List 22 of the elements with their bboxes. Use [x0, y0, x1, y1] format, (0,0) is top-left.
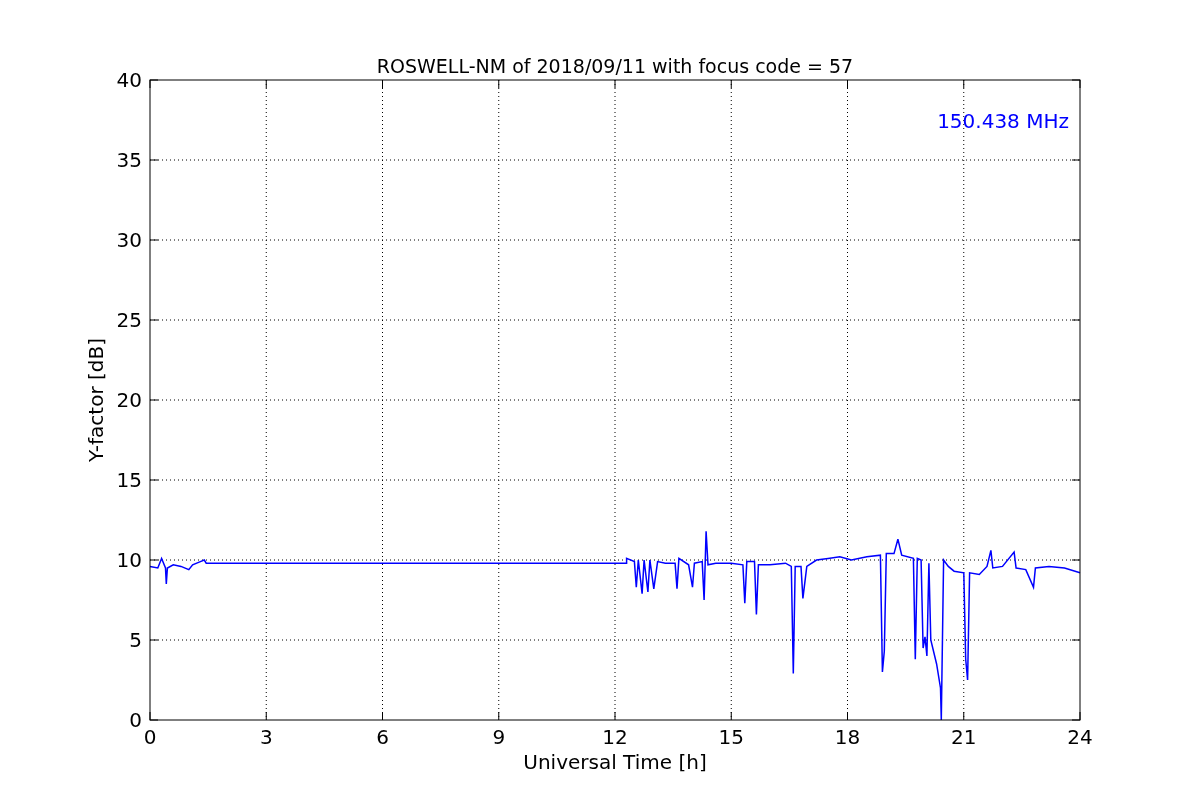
y-tick-label: 25	[116, 308, 142, 332]
y-tick-label: 40	[116, 68, 142, 92]
chart-title: ROSWELL-NM of 2018/09/11 with focus code = 57	[376, 55, 854, 77]
y-tick-label: 30	[116, 228, 142, 252]
x-tick-label: 3	[259, 725, 273, 749]
x-axis-label: Universal Time [h]	[523, 750, 707, 774]
x-tick-label: 18	[834, 725, 861, 749]
y-tick-label: 10	[116, 548, 142, 572]
x-tick-label: 0	[143, 725, 157, 749]
y-tick-label: 15	[116, 468, 142, 492]
x-tick-label: 15	[718, 725, 744, 749]
y-tick-label: 20	[116, 388, 142, 412]
y-tick-label: 0	[129, 708, 142, 732]
y-tick-label: 5	[129, 628, 142, 652]
frequency-label: 150.438 MHz	[937, 109, 1069, 133]
x-tick-label: 9	[492, 725, 506, 749]
x-tick-label: 12	[602, 725, 628, 749]
y-tick-label: 35	[116, 148, 142, 172]
y-axis-label: Y-factor [dB]	[84, 338, 108, 462]
x-tick-label: 21	[951, 725, 977, 749]
x-tick-label: 6	[376, 725, 389, 749]
x-tick-label: 24	[1067, 725, 1093, 749]
